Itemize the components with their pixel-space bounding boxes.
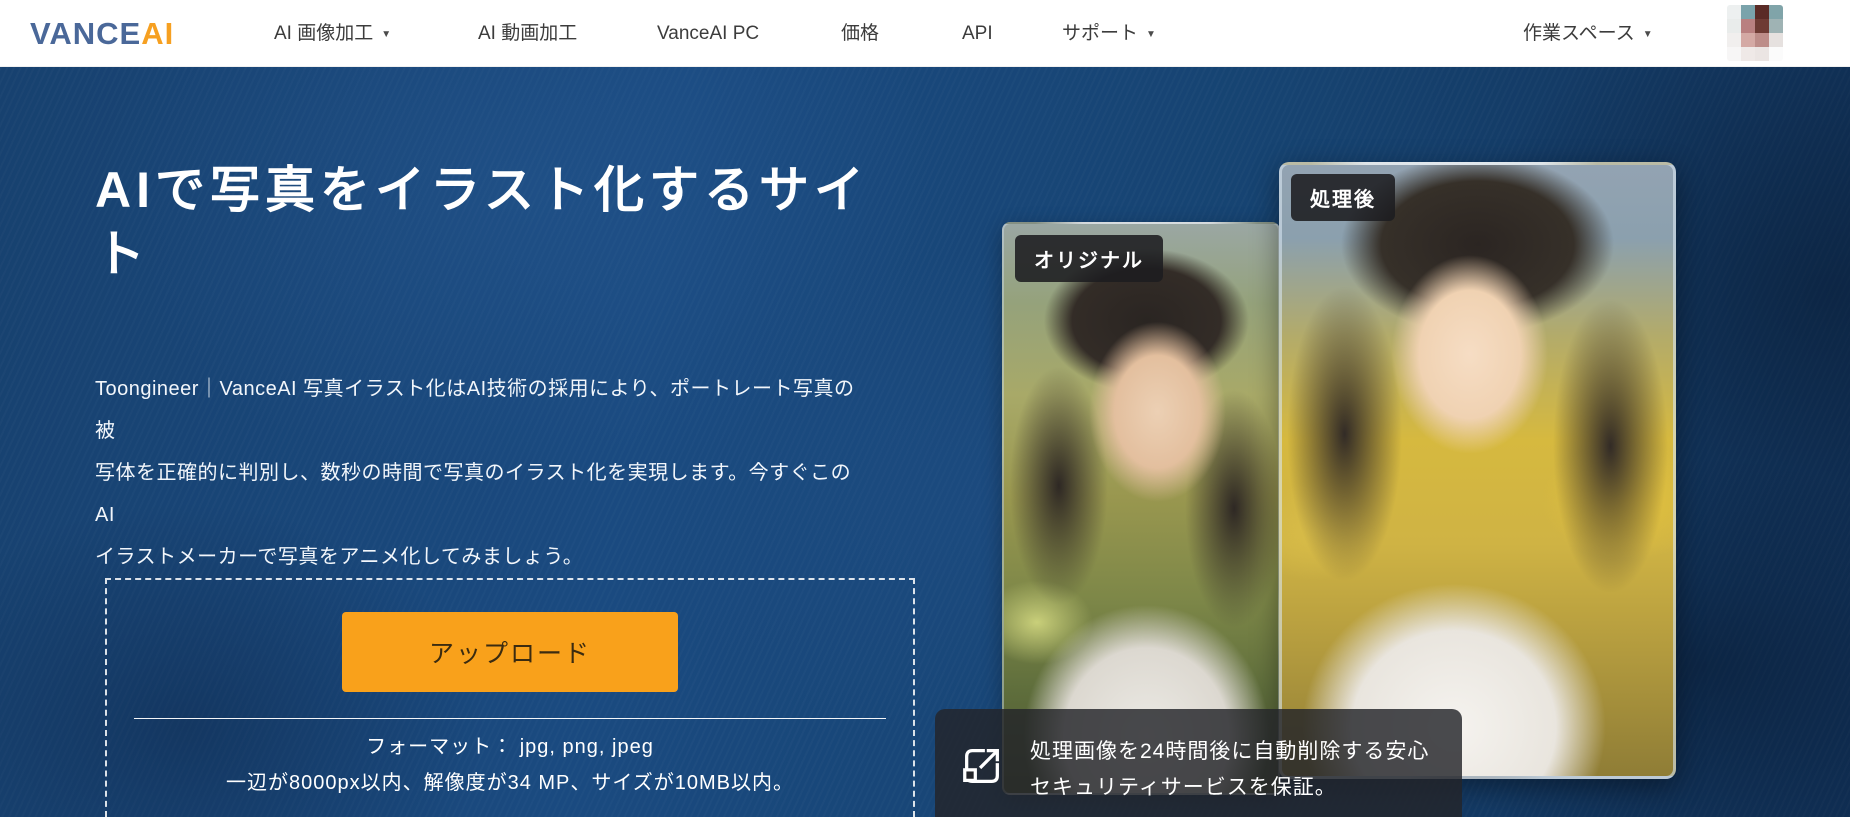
vanceai-page: VANCEAI AI 画像加工 AI 動画加工 VanceAI PC 価格 AP… [0,0,1850,817]
nav-item-label: AI 画像加工 [274,23,373,44]
nav-item-label: 作業スペース [1523,23,1635,44]
hero-description-line: Toongineer｜VanceAI 写真イラスト化はAI技術の採用により、ポー… [95,368,855,452]
nav-item-ai-video-tools[interactable]: AI 動画加工 [478,0,577,67]
user-avatar[interactable] [1727,5,1783,61]
hero-description-line: イラストメーカーで写真をアニメ化してみましょう。 [95,536,855,578]
chevron-down-icon [381,1,391,68]
hero-description: Toongineer｜VanceAI 写真イラスト化はAI技術の採用により、ポー… [95,368,855,578]
chevron-down-icon [1643,1,1653,68]
page-title-line: ト [95,222,955,286]
nav-item-label: API [962,23,993,44]
upload-limit-note: 一辺が8000px以内、解像度が34 MP、サイズが10MB以内。 [226,766,794,795]
processed-photo-card: 処理後 [1279,162,1676,779]
upload-format-note: フォーマット： jpg, png, jpeg [366,730,654,759]
nav-item-pricing[interactable]: 価格 [841,0,879,67]
security-notice-line: セキュリティサービスを保証。 [1030,770,1429,806]
page-title: AIで写真をイラスト化するサイ ト [95,158,955,286]
nav-item-label: サポート [1062,23,1138,44]
upload-divider [134,718,886,719]
processed-badge: 処理後 [1291,174,1395,221]
nav-item-ai-image-tools[interactable]: AI 画像加工 [274,0,391,67]
top-nav-bar: VANCEAI AI 画像加工 AI 動画加工 VanceAI PC 価格 AP… [0,0,1850,67]
nav-item-label: VanceAI PC [657,23,759,44]
nav-item-vanceai-pc[interactable]: VanceAI PC [657,0,759,67]
security-notice-panel: 処理画像を24時間後に自動削除する安心 セキュリティサービスを保証。 [935,709,1462,817]
nav-item-label: 価格 [841,23,879,44]
logo-text-ai: AI [141,16,174,51]
nav-item-label: AI 動画加工 [478,23,577,44]
nav-item-support[interactable]: サポート [1062,0,1156,67]
vanceai-logo[interactable]: VANCEAI [30,0,174,67]
nav-item-workspace[interactable]: 作業スペース [1523,0,1653,67]
nav-item-api[interactable]: API [962,0,993,67]
original-badge: オリジナル [1015,235,1163,282]
logo-text-vance: VANCE [30,16,141,51]
hero-description-line: 写体を正確的に判別し、数秒の時間で写真のイラスト化を実現します。今すぐこのAI [95,452,855,536]
security-notice-text: 処理画像を24時間後に自動削除する安心 セキュリティサービスを保証。 [1030,734,1429,806]
auto-delete-expand-icon[interactable] [959,743,1005,789]
security-notice-line: 処理画像を24時間後に自動削除する安心 [1030,734,1429,770]
chevron-down-icon [1146,1,1156,68]
upload-button[interactable]: アップロード [342,612,678,692]
upload-dropzone[interactable]: アップロード フォーマット： jpg, png, jpeg 一辺が8000px以… [105,578,915,817]
page-title-line: AIで写真をイラスト化するサイ [95,158,955,222]
